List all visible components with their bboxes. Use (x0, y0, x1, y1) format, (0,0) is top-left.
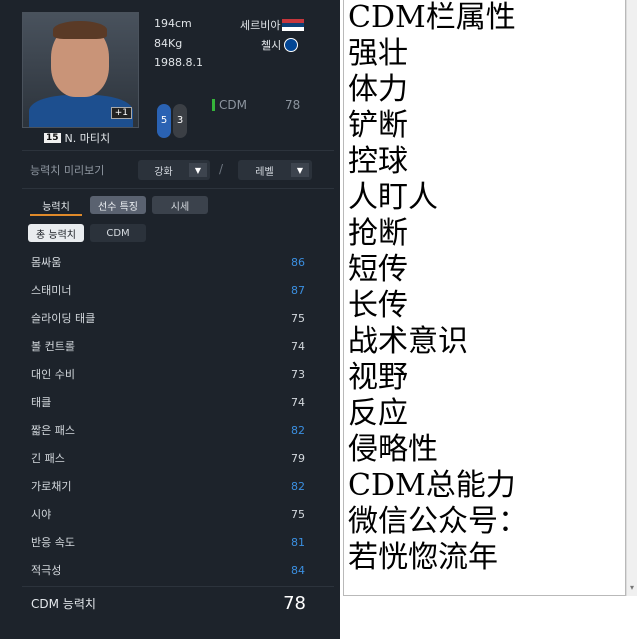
stat-value: 74 (291, 339, 305, 353)
player-name-row: 15 N. 마티치 (44, 130, 110, 146)
enhance-dropdown-label: 강화 (154, 166, 173, 178)
stat-label: 대인 수비 (31, 368, 75, 381)
level-dropdown[interactable]: 레벨 ▼ (238, 160, 312, 180)
text-line: 强壮 (348, 36, 408, 71)
stat-row: 시야 75 (22, 500, 340, 528)
right-foot-icon: 3 (173, 104, 187, 138)
chevron-down-icon: ▼ (291, 163, 309, 177)
stat-label: 슬라이딩 태클 (31, 312, 96, 325)
position-label: CDM (219, 98, 247, 112)
scroll-down-arrow-icon[interactable]: ▾ (628, 584, 636, 592)
text-line: 反应 (348, 396, 408, 431)
stat-preview-label: 능력치 미리보기 (30, 164, 105, 177)
preferred-foot-indicator: 5 3 (152, 98, 192, 146)
stat-label: 볼 컨트롤 (31, 340, 75, 353)
player-club: 첼시 (261, 37, 299, 53)
text-line: 长传 (348, 288, 408, 323)
vertical-scrollbar[interactable] (626, 0, 637, 596)
divider (22, 188, 334, 189)
text-line: 微信公众号： (348, 504, 528, 539)
player-info-panel: +1 15 N. 마티치 194cm 84Kg 1988.8.1 세르비아 첼시… (0, 0, 340, 639)
stat-label: 스태미너 (31, 284, 72, 297)
stat-value: 82 (291, 423, 305, 437)
stat-label: 적극성 (31, 564, 62, 577)
stat-value: 86 (291, 255, 305, 269)
text-line: 侵略性 (348, 432, 438, 467)
stat-label: 짧은 패스 (31, 424, 75, 437)
left-foot-icon: 5 (157, 104, 171, 138)
position-rating: CDM 78 (212, 98, 300, 112)
player-height: 194cm (154, 17, 192, 30)
stat-row: 가로채기 82 (22, 472, 340, 500)
tab-player-traits[interactable]: 선수 특징 (90, 196, 146, 214)
player-photo: +1 (22, 12, 139, 128)
club-label: 첼시 (261, 39, 282, 52)
total-value: 78 (283, 592, 306, 614)
stat-value: 84 (291, 563, 305, 577)
stat-row: 스태미너 87 (22, 276, 340, 304)
stat-row: 짧은 패스 82 (22, 416, 340, 444)
stat-label: 긴 패스 (31, 452, 65, 465)
stat-value: 79 (291, 451, 305, 465)
position-color-bar (212, 99, 215, 111)
text-line: CDM栏属性 (348, 0, 516, 35)
player-name: N. 마티치 (64, 132, 111, 145)
text-line: 战术意识 (348, 324, 468, 359)
nation-label: 세르비아 (240, 19, 281, 32)
stat-value: 73 (291, 367, 305, 381)
stat-row: 슬라이딩 태클 75 (22, 304, 340, 332)
active-tab-indicator (30, 214, 82, 216)
stat-label: 태클 (31, 396, 52, 409)
text-line: 若恍惚流年 (348, 540, 498, 575)
stat-label: 시야 (31, 508, 52, 521)
position-total-row: CDM 능력치 78 (22, 590, 340, 616)
tab-market-price[interactable]: 시세 (152, 196, 208, 214)
player-weight: 84Kg (154, 37, 183, 50)
jersey-number: 15 (44, 133, 61, 143)
text-editor-pane[interactable]: CDM栏属性 强壮 体力 铲断 控球 人盯人 抢断 短传 长传 战术意识 视野 … (343, 0, 626, 596)
chelsea-badge-icon (284, 38, 299, 52)
stat-value: 75 (291, 507, 305, 521)
text-line: CDM总能力 (348, 468, 516, 503)
stat-row: 적극성 84 (22, 556, 340, 584)
text-line: 短传 (348, 252, 408, 287)
stat-list: 몸싸움 86 스태미너 87 슬라이딩 태클 75 볼 컨트롤 74 대인 수비 73 태… (22, 248, 340, 584)
stat-row: 대인 수비 73 (22, 360, 340, 388)
player-nation: 세르비아 (240, 17, 305, 33)
stat-row: 몸싸움 86 (22, 248, 340, 276)
divider (22, 586, 334, 587)
chevron-down-icon: ▼ (189, 163, 207, 177)
divider (22, 150, 334, 151)
dropdown-separator: / (219, 162, 224, 176)
stat-row: 반응 속도 81 (22, 528, 340, 556)
stat-label: 가로채기 (31, 480, 72, 493)
text-line: 视野 (348, 360, 408, 395)
text-line: 体力 (348, 72, 408, 107)
stat-value: 75 (291, 311, 305, 325)
text-line: 铲断 (348, 108, 408, 143)
stat-value: 81 (291, 535, 305, 549)
position-ovr: 78 (284, 98, 301, 112)
stat-value: 87 (291, 283, 305, 297)
photo-tag: +1 (110, 107, 132, 119)
stat-label: 반응 속도 (31, 536, 75, 549)
tab-stats[interactable]: 능력치 (28, 196, 84, 214)
level-dropdown-label: 레벨 (255, 166, 274, 178)
stat-label: 몸싸움 (31, 256, 62, 269)
text-line: 控球 (348, 144, 408, 179)
subtab-cdm[interactable]: CDM (90, 224, 146, 242)
enhance-dropdown[interactable]: 강화 ▼ (138, 160, 210, 180)
serbia-flag-icon (282, 19, 305, 31)
stat-row: 볼 컨트롤 74 (22, 332, 340, 360)
player-birthdate: 1988.8.1 (154, 56, 203, 69)
stat-value: 82 (291, 479, 305, 493)
stat-row: 태클 74 (22, 388, 340, 416)
text-line: 抢断 (348, 216, 408, 251)
total-label: CDM 능력치 (31, 596, 96, 611)
subtab-total-stats[interactable]: 총 능력치 (28, 224, 84, 242)
text-line: 人盯人 (348, 180, 438, 215)
stat-value: 74 (291, 395, 305, 409)
stat-row: 긴 패스 79 (22, 444, 340, 472)
